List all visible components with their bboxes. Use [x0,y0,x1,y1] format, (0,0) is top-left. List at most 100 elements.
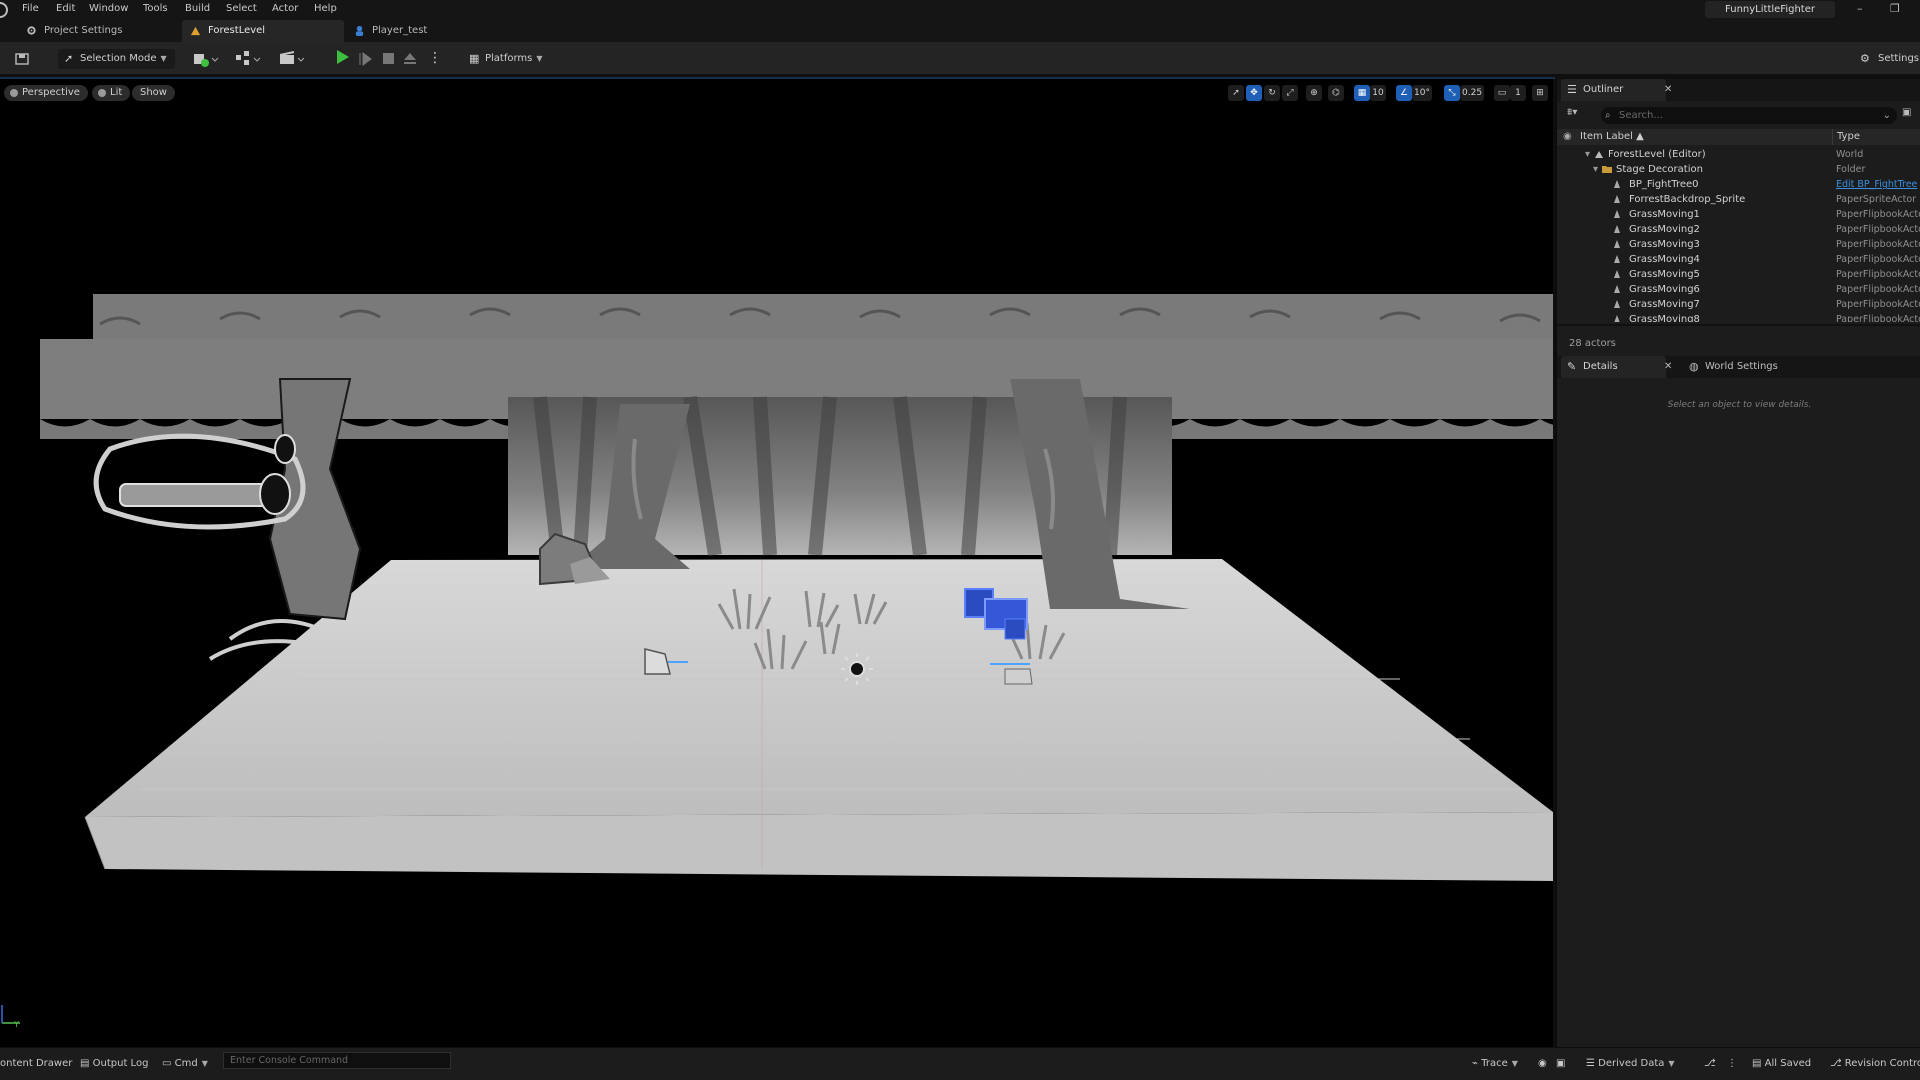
outliner-tab-row: ☰ Outliner ✕ [1557,79,1920,101]
grid-snap-value[interactable]: 10 [1370,85,1386,101]
menu-actor[interactable]: Actor [272,3,298,14]
outliner-search-input[interactable]: ⌕ Search... ⌄ [1601,107,1897,124]
eject-icon[interactable] [403,49,417,69]
scale-tool-icon[interactable]: ⤢ [1282,85,1298,101]
trace-dropdown[interactable]: ⌁ Trace ▼ [1472,1058,1518,1069]
play-icon[interactable] [337,50,349,64]
more-options-icon[interactable]: ⋮ [428,49,442,69]
camera-icon[interactable]: ▣ [1556,1058,1565,1069]
menu-help[interactable]: Help [314,3,337,14]
tree-row-world[interactable]: ▾ ForestLevel (Editor) World [1557,147,1920,162]
menu-build[interactable]: Build [185,3,210,14]
tree-row-actor[interactable]: GrassMoving6 PaperFlipbookActor [1557,282,1920,297]
document-tab-bar: Project Settings ForestLevel Player_test [0,18,1920,42]
tab-player-test[interactable]: Player_test [346,20,439,42]
cinematics-button[interactable] [278,49,308,69]
camera-speed-icon[interactable]: ▭ [1494,85,1510,101]
menu-file[interactable]: File [22,3,39,14]
camera-speed-value[interactable]: 1 [1510,85,1526,101]
cmd-label: Cmd [174,1058,198,1069]
flipbook-icon [1614,315,1620,322]
tree-row-actor[interactable]: ForrestBackdrop_Sprite PaperSpriteActor [1557,192,1920,207]
tree-row-actor[interactable]: GrassMoving4 PaperFlipbookActor [1557,252,1920,267]
add-actor-button[interactable] [192,49,222,69]
tab-label: Player_test [372,25,428,36]
menu-select[interactable]: Select [226,3,257,14]
tree-row-actor[interactable]: GrassMoving3 PaperFlipbookActor [1557,237,1920,252]
tab-details[interactable]: ✎ Details [1561,356,1666,378]
minimize-button[interactable]: – [1857,2,1863,15]
unreal-logo-icon[interactable] [0,2,8,18]
folder-icon [1602,166,1612,173]
tree-row-actor[interactable]: GrassMoving5 PaperFlipbookActor [1557,267,1920,282]
advance-frame-icon[interactable] [358,49,372,69]
close-icon[interactable]: ✕ [1664,356,1672,378]
edit-blueprint-link[interactable]: Edit BP_FightTree [1836,177,1917,192]
grid-snap-icon[interactable]: ▦ [1354,85,1370,101]
record-icon[interactable]: ◉ [1538,1058,1547,1069]
tab-world-settings[interactable]: ◍ World Settings [1683,356,1788,378]
layout-icon[interactable]: ⊞ [1532,85,1548,101]
translate-tool-icon[interactable]: ✥ [1246,85,1262,101]
fight-tree-sprite[interactable] [93,378,362,661]
source-control-icon[interactable]: ⎇ [1704,1058,1716,1069]
add-folder-icon[interactable]: ▣ [1902,107,1911,118]
derived-data-icon: ☰ [1586,1058,1599,1069]
content-drawer-button[interactable]: ontent Drawer [0,1058,72,1069]
console-command-input[interactable]: Enter Console Command [223,1052,451,1069]
surface-snap-icon[interactable]: ⌬ [1328,85,1344,101]
level-viewport[interactable]: Y Perspective Lit Show ➚ ✥ ↻ ⤢ ⊕ ⌬ ▦ 10 … [0,79,1553,1047]
derived-data-dropdown[interactable]: ☰ Derived Data ▼ [1586,1058,1675,1069]
cmd-dropdown[interactable]: ▭ Cmd ▼ [162,1058,208,1069]
output-log-button[interactable]: ▤ Output Log [80,1058,148,1069]
select-tool-icon[interactable]: ➚ [1228,85,1244,101]
rotate-tool-icon[interactable]: ↻ [1264,85,1280,101]
tab-forest-level[interactable]: ForestLevel [182,20,344,42]
tree-row-actor[interactable]: GrassMoving7 PaperFlipbookActor [1557,297,1920,312]
title-bar: File Edit Window Tools Build Select Acto… [0,0,1920,18]
scale-snap-icon[interactable]: ⤡ [1444,85,1460,101]
tab-outliner[interactable]: ☰ Outliner [1561,79,1666,101]
blueprint-menu-button[interactable] [234,49,264,69]
save-icon[interactable] [14,49,32,69]
tab-project-settings[interactable]: Project Settings [18,20,134,42]
world-local-icon[interactable]: ⊕ [1306,85,1322,101]
perspective-button[interactable]: Perspective [4,85,88,101]
tree-row-actor[interactable]: GrassMoving8 PaperFlipbookActor [1557,312,1920,322]
perspective-label: Perspective [22,87,80,98]
main-toolbar: ➚ Selection Mode ▼ ⋮ ▦ Platforms ▼ ⚙ Setti… [0,42,1920,76]
menu-window[interactable]: Window [89,3,128,14]
restore-button[interactable]: ❐ [1890,2,1900,15]
settings-button[interactable]: ⚙ Settings [1860,49,1919,69]
filter-icon[interactable]: ⩩▾ [1567,107,1577,118]
gear-icon [27,26,36,35]
all-saved-button[interactable]: ▤ All Saved [1752,1058,1811,1069]
rotation-snap-value[interactable]: 10° [1412,85,1432,101]
globe-icon: ◍ [1689,360,1699,373]
details-tab-row: ✎ Details ✕ ◍ World Settings [1557,356,1920,378]
divider [1557,324,1920,326]
column-type[interactable]: Type [1832,129,1860,145]
scene-render[interactable]: Y [0,79,1553,1047]
show-button[interactable]: Show [132,85,175,101]
visibility-icon[interactable]: ◉ [1563,129,1572,145]
rotation-snap-icon[interactable]: ∠ [1396,85,1412,101]
tree-row-actor[interactable]: GrassMoving2 PaperFlipbookActor [1557,222,1920,237]
details-empty-hint: Select an object to view details. [1667,400,1812,410]
tree-row-actor[interactable]: GrassMoving1 PaperFlipbookActor [1557,207,1920,222]
more-options-icon[interactable]: ⋮ [1727,1058,1737,1069]
platforms-dropdown[interactable]: ▦ Platforms ▼ [463,49,543,69]
right-panel: ☰ Outliner ✕ ⩩▾ ⌕ Search... ⌄ ▣ ◉ Item L… [1555,79,1920,1047]
tree-row-folder[interactable]: ▾ Stage Decoration Folder [1557,162,1920,177]
menu-tools[interactable]: Tools [143,3,168,14]
menu-edit[interactable]: Edit [56,3,75,14]
selection-mode-dropdown[interactable]: ➚ Selection Mode ▼ [58,49,175,69]
scale-snap-value[interactable]: 0.25 [1460,85,1485,101]
column-item-label[interactable]: Item Label ▲ [1580,129,1644,145]
lit-button[interactable]: Lit [92,85,131,101]
revision-control-button[interactable]: ⎇ Revision Control [1830,1058,1920,1069]
stop-icon[interactable] [382,49,396,69]
chevron-down-icon[interactable]: ⌄ [1883,107,1891,124]
tree-row-actor[interactable]: BP_FightTree0 Edit BP_FightTree [1557,177,1920,192]
close-icon[interactable]: ✕ [1664,79,1672,101]
